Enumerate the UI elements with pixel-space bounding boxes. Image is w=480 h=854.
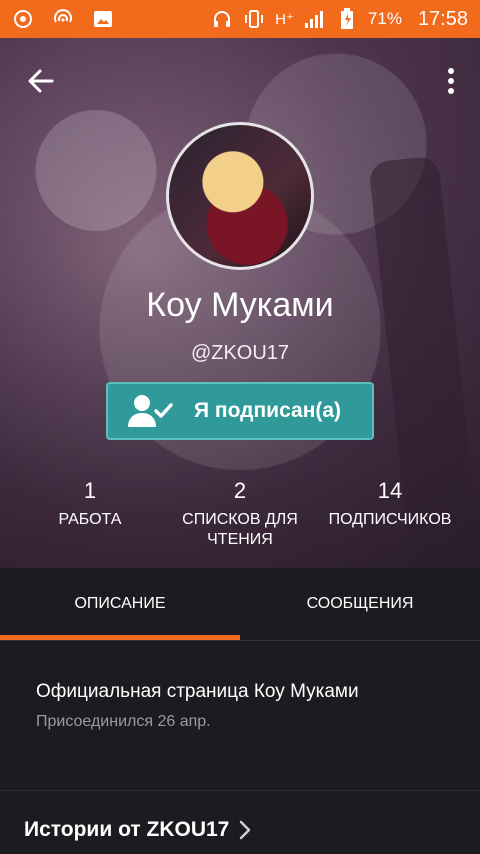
user-check-icon: [128, 395, 173, 427]
status-bar: H⁺ 71% 17:58: [0, 0, 480, 38]
clock: 17:58: [417, 7, 468, 30]
battery-percent: 71%: [367, 9, 402, 28]
follow-button[interactable]: Я подписан(а): [106, 382, 374, 440]
record-icon: [12, 8, 34, 30]
stat-works[interactable]: 1 РАБОТА: [40, 478, 140, 530]
stat-label: РАБОТА: [58, 511, 122, 528]
vibrate-icon: [243, 8, 265, 30]
about-description: Официальная страница Коу Муками: [36, 681, 359, 702]
profile-handle: @ZKOU17: [190, 342, 290, 364]
more-options-button[interactable]: [446, 66, 456, 96]
signal-icon: [304, 8, 326, 30]
headphones-icon: [211, 8, 233, 30]
about-section: Официальная страница Коу Муками Присоеди…: [0, 641, 480, 791]
image-icon: [92, 8, 114, 30]
hotspot-icon: [52, 8, 74, 30]
stories-label: Истории от ZKOU17: [24, 818, 230, 841]
back-button[interactable]: [26, 66, 56, 96]
tab-messages[interactable]: СООБЩЕНИЯ: [240, 568, 480, 640]
divider: [0, 790, 480, 791]
battery-icon: [336, 8, 358, 30]
arrow-left-icon: [28, 69, 54, 93]
more-vertical-icon: [448, 68, 454, 94]
joined-date: Присоединился 26 апр.: [36, 713, 211, 730]
stat-followers[interactable]: 14 ПОДПИСЧИКОВ: [320, 478, 460, 530]
chevron-right-icon: [240, 820, 251, 840]
stat-label: СПИСКОВ ДЛЯ ЧТЕНИЯ: [182, 511, 298, 548]
network-type: H⁺: [275, 11, 294, 28]
avatar[interactable]: [166, 122, 314, 270]
profile-tabs: ОПИСАНИЕ СООБЩЕНИЯ: [0, 568, 480, 640]
profile-header: Коу Муками @ZKOU17 Я подписан(а) 1 РАБОТ…: [0, 38, 480, 568]
stat-value: 2: [233, 478, 247, 503]
stat-value: 14: [377, 478, 403, 503]
stat-reading-lists[interactable]: 2 СПИСКОВ ДЛЯ ЧТЕНИЯ: [170, 478, 310, 550]
stories-link[interactable]: Истории от ZKOU17: [24, 818, 251, 842]
profile-name: Коу Муками: [146, 286, 334, 324]
follow-button-label: Я подписан(а): [194, 399, 342, 422]
stat-value: 1: [83, 478, 97, 503]
tab-description[interactable]: ОПИСАНИЕ: [0, 568, 240, 640]
stat-label: ПОДПИСЧИКОВ: [328, 511, 452, 528]
